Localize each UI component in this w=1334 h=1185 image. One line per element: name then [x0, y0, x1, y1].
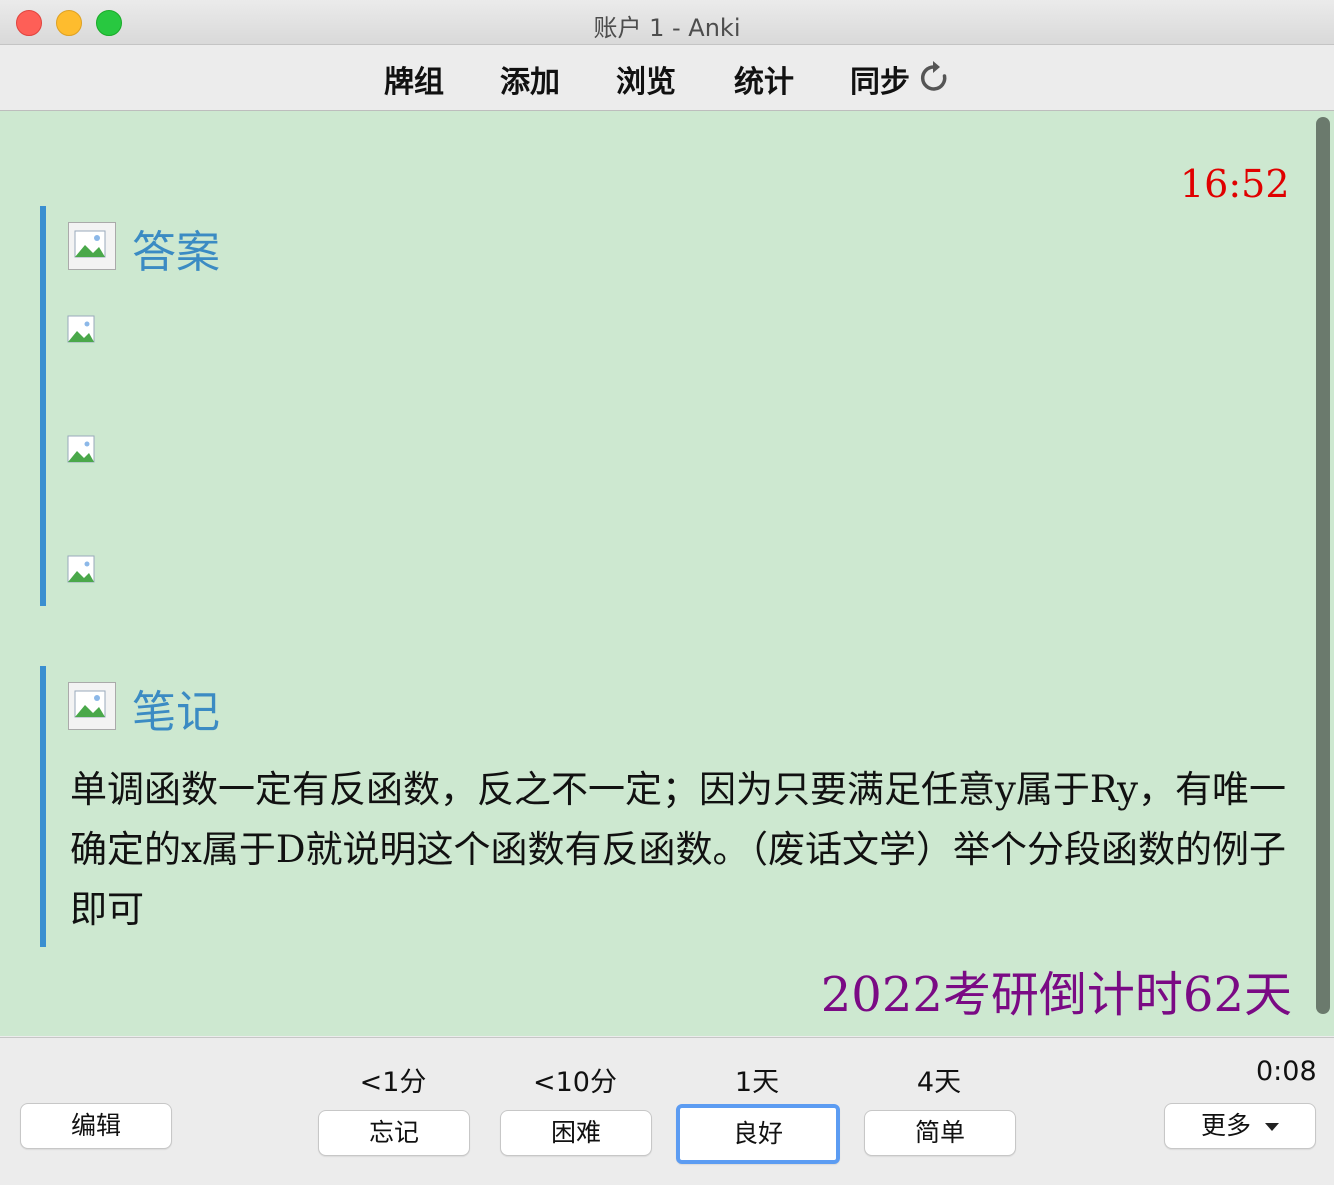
again-interval: <1分 [359, 1067, 427, 1098]
again-button[interactable]: 忘记 [318, 1110, 470, 1156]
answer-bar: 编辑 <1分 忘记 <10分 困难 1天 良好 4天 简单 0:08 更多 [0, 1037, 1334, 1185]
broken-image-icon [67, 435, 95, 463]
easy-button[interactable]: 简单 [864, 1110, 1016, 1156]
answer-timer: 0:08 [1256, 1056, 1317, 1087]
more-button-label: 更多 [1201, 1111, 1252, 1140]
broken-image-icon [67, 315, 95, 343]
content-scrollbar[interactable] [1316, 117, 1330, 1014]
answer-title: 答案 [132, 227, 220, 278]
note-title: 笔记 [132, 687, 220, 738]
broken-image-icon [68, 222, 116, 270]
toolbar-decks[interactable]: 牌组 [384, 57, 444, 101]
answer-block: 答案 [40, 206, 1316, 606]
more-button[interactable]: 更多 [1164, 1103, 1316, 1149]
window-title: 账户 1 - Anki [593, 14, 741, 42]
good-button[interactable]: 良好 [676, 1104, 840, 1164]
edit-button[interactable]: 编辑 [20, 1103, 172, 1149]
hard-button[interactable]: 困难 [500, 1110, 652, 1156]
exam-countdown: 2022考研倒计时62天 [820, 967, 1292, 1023]
title-bar: 账户 1 - Anki [0, 0, 1334, 45]
note-text: 单调函数一定有反函数，反之不一定；因为只要满足任意y属于Ry，有唯一确定的x属于… [70, 768, 1287, 931]
easy-interval: 4天 [916, 1067, 962, 1098]
broken-image-icon [67, 555, 95, 583]
toolbar-add[interactable]: 添加 [500, 57, 560, 101]
main-toolbar: 牌组 添加 浏览 统计 同步 [0, 45, 1334, 111]
toolbar-browse[interactable]: 浏览 [616, 57, 676, 101]
note-block: 笔记 单调函数一定有反函数，反之不一定；因为只要满足任意y属于Ry，有唯一确定的… [40, 666, 1316, 947]
clock-text: 16:52 [1180, 162, 1290, 206]
toolbar-sync[interactable]: 同步 [850, 57, 910, 101]
broken-image-icon [68, 682, 116, 730]
hard-interval: <10分 [533, 1067, 617, 1098]
good-interval: 1天 [734, 1067, 780, 1098]
sync-icon[interactable] [920, 60, 948, 92]
chevron-down-icon [1264, 1123, 1279, 1131]
toolbar-stats[interactable]: 统计 [734, 57, 794, 101]
